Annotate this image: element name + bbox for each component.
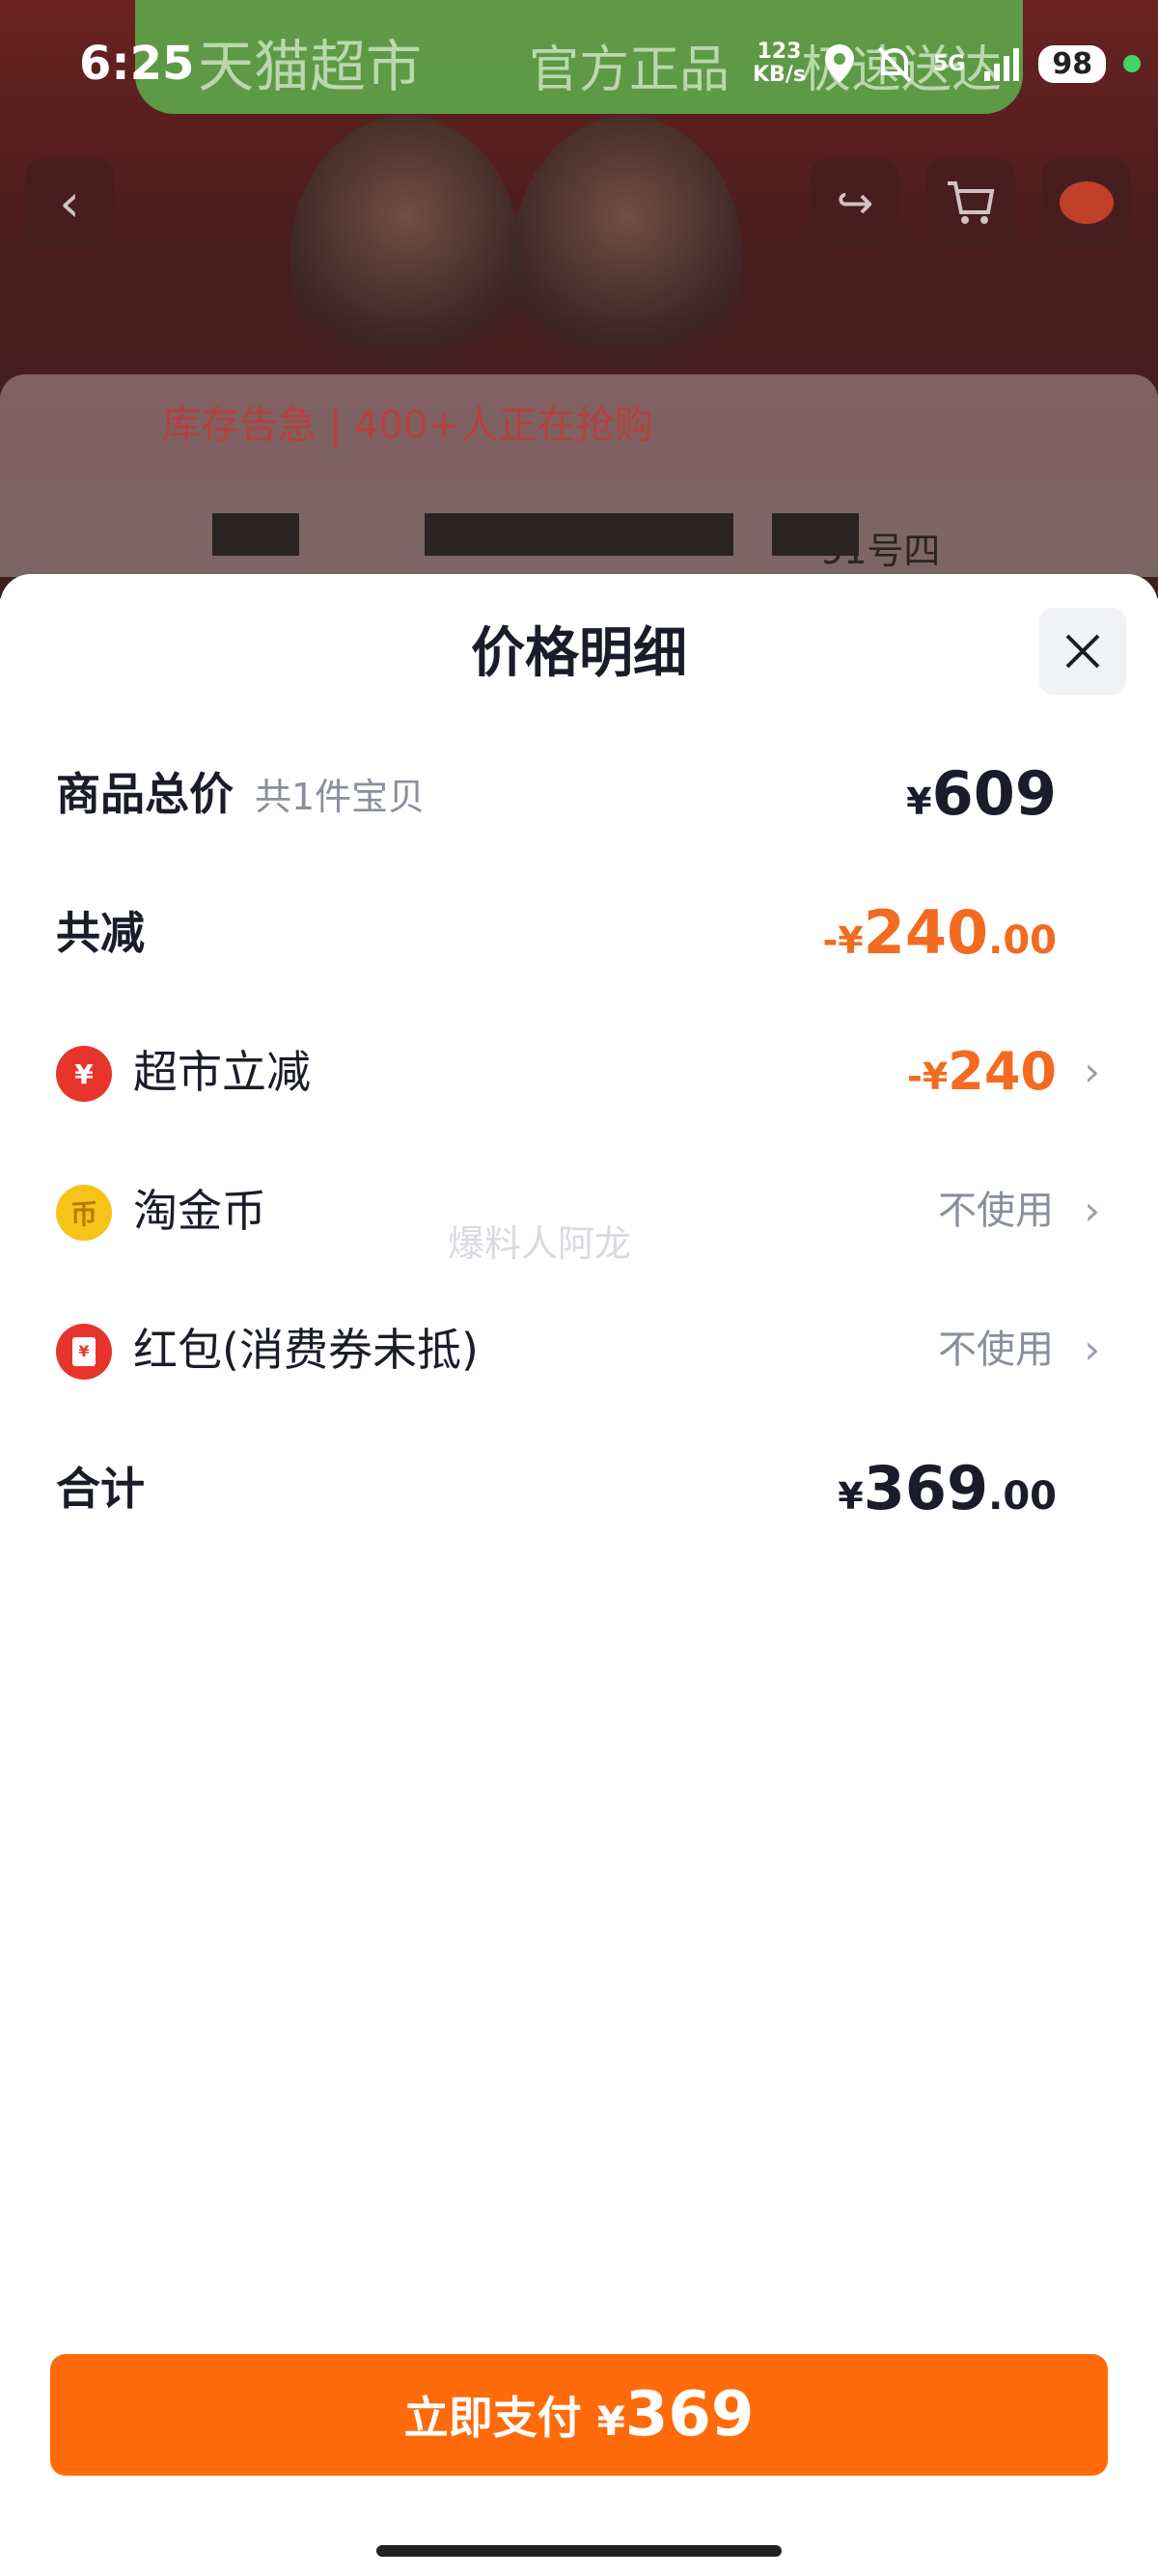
share-button[interactable]: ↪ — [811, 158, 899, 247]
total-reduction-value: -¥240.00 — [822, 897, 1058, 968]
item-count: 共1件宝贝 — [255, 776, 426, 818]
back-button[interactable]: ‹ — [25, 158, 114, 247]
total-price-value: ¥609 — [906, 758, 1057, 829]
total-reduction-label: 共减 — [56, 907, 145, 959]
model-photo-left — [290, 116, 521, 405]
price-detail-sheet — [0, 574, 1158, 2576]
chevron-right-icon: › — [1084, 1326, 1100, 1373]
red-packet-label: 红包(消费券未抵) — [133, 1324, 479, 1376]
taojinbi-label: 淘金币 — [133, 1185, 266, 1237]
sum-label: 合计 — [56, 1463, 145, 1515]
privacy-indicator-dot — [1123, 55, 1142, 72]
address-fragment: 91号四 — [820, 530, 941, 572]
market-discount-value: -¥240 — [907, 1041, 1057, 1102]
chevron-left-icon: ‹ — [59, 172, 80, 233]
yen-circle-icon: ¥ — [56, 1046, 112, 1102]
row-red-packet[interactable]: ¥ 红包(消费券未抵) 不使用 › — [0, 1297, 1158, 1403]
row-total-price: 商品总价 共1件宝贝 ¥609 — [0, 741, 1158, 847]
banner-brand: 天猫超市 — [198, 34, 423, 99]
chevron-right-icon: › — [1084, 1187, 1100, 1234]
share-icon: ↪ — [836, 177, 874, 229]
watermark: 爆料人阿龙 — [448, 1222, 632, 1265]
signal-icon — [984, 48, 1020, 81]
stock-alert-text: 库存告急 | 400+人正在抢购 — [162, 403, 653, 448]
cart-icon — [948, 181, 995, 224]
mosaic-block — [425, 513, 733, 556]
market-discount-label: 超市立减 — [133, 1046, 311, 1098]
mosaic-block — [212, 513, 299, 556]
more-icon — [1060, 181, 1114, 224]
more-button[interactable] — [1042, 158, 1131, 247]
status-bar-right: 123 KB/s 5G 98 — [753, 35, 1142, 93]
row-sum: 合计 ¥369.00 — [0, 1436, 1158, 1542]
pay-now-button[interactable]: 立即支付 ¥369 — [50, 2354, 1108, 2476]
red-packet-value: 不使用 — [938, 1328, 1054, 1372]
location-icon — [824, 44, 854, 83]
close-icon — [1065, 634, 1100, 669]
banner-slogan: 官方正品 — [529, 41, 731, 99]
status-time: 6:25 — [79, 37, 195, 91]
sum-value: ¥369.00 — [838, 1453, 1057, 1523]
close-button[interactable] — [1039, 608, 1126, 695]
network-type: 5G — [932, 51, 966, 76]
taojinbi-value: 不使用 — [938, 1189, 1054, 1233]
red-packet-icon: ¥ — [56, 1324, 112, 1380]
coin-icon: 币 — [56, 1185, 112, 1241]
row-market-discount[interactable]: ¥ 超市立减 -¥240 › — [0, 1019, 1158, 1125]
net-speed: 123 KB/s — [753, 40, 806, 87]
row-total-reduction: 共减 -¥240.00 — [0, 880, 1158, 986]
chevron-right-icon: › — [1084, 1048, 1100, 1095]
sheet-title: 价格明细 — [471, 622, 687, 685]
battery-icon: 98 — [1038, 44, 1107, 83]
cart-button[interactable] — [926, 158, 1015, 247]
total-price-label: 商品总价 共1件宝贝 — [56, 768, 426, 820]
home-indicator[interactable] — [376, 2545, 782, 2557]
pay-now-label: 立即支付 — [403, 2392, 582, 2444]
pay-now-amount: ¥369 — [596, 2379, 755, 2451]
model-photo-right — [511, 116, 743, 405]
bell-muted-icon — [877, 46, 912, 83]
